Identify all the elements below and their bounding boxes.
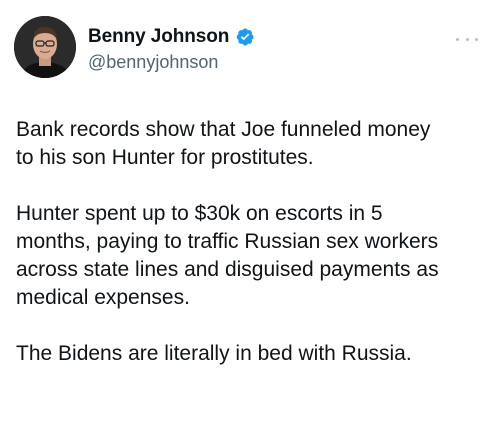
author-name-row[interactable]: Benny Johnson bbox=[88, 25, 255, 49]
tweet-text: Bank records show that Joe funneled mone… bbox=[16, 116, 494, 368]
more-horizontal-icon[interactable] bbox=[456, 34, 478, 44]
display-name[interactable]: Benny Johnson bbox=[88, 26, 229, 48]
verified-badge-icon bbox=[236, 28, 254, 46]
tweet-card: Benny Johnson @bennyjohnson Bank records… bbox=[0, 0, 500, 445]
more-dot bbox=[475, 37, 478, 41]
tweet-paragraph: Bank records show that Joe funneled mone… bbox=[16, 118, 431, 169]
tweet-paragraph: Hunter spent up to $30k on escorts in 5 … bbox=[16, 202, 439, 309]
tweet-paragraph: The Bidens are literally in bed with Rus… bbox=[16, 342, 412, 365]
avatar[interactable] bbox=[14, 16, 76, 78]
more-dot bbox=[456, 37, 459, 41]
more-dot bbox=[465, 37, 469, 41]
user-handle[interactable]: @bennyjohnson bbox=[88, 52, 218, 73]
avatar-image bbox=[14, 16, 76, 78]
